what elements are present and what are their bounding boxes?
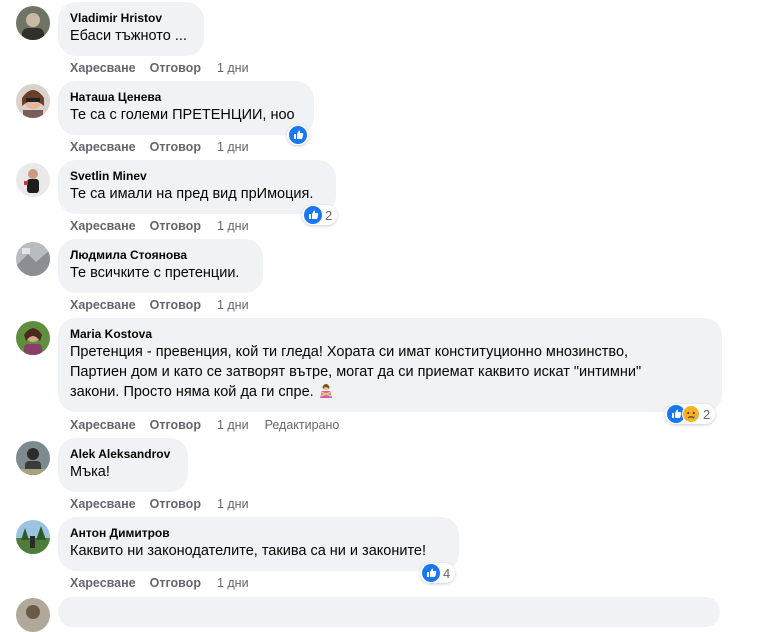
avatar[interactable] [16,242,50,276]
like-icon [422,564,440,582]
reply-button[interactable]: Отговор [150,60,201,76]
comment-text: Каквито ни законодателите, такива са ни … [70,543,427,559]
comment-actions: Харесване Отговор 1 дни [70,218,265,234]
comment-actions: Харесване Отговор 1 дни [70,297,265,313]
comment-bubble: Наташа Ценева Те са с големи ПРЕТЕНЦИИ, … [58,81,314,135]
avatar[interactable] [16,321,50,355]
comment-author[interactable]: Людмила Стоянова [70,247,251,263]
like-button[interactable]: Харесване [70,218,136,234]
reaction-summary[interactable]: 4 [420,563,456,583]
comment-text-span: закони. Просто няма кой да ги спре. [70,384,314,400]
reply-button[interactable]: Отговор [150,297,201,313]
like-button[interactable]: Харесване [70,496,136,512]
comment-bubble: Vladimir Hristov Ебаси тъжното ... [58,2,204,56]
comment-bubble: Svetlin Minev Те са имали на пред вид пр… [58,160,336,214]
avatar-photo [16,6,50,40]
comment-bubble: Людмила Стоянова Те всичките с претенции… [58,239,263,293]
comment-text-line: Партиен дом и като се затворят вътре, мо… [70,364,642,380]
woman-gesturing-no-icon [319,383,332,398]
like-button[interactable]: Харесване [70,139,136,155]
comment-actions: Харесване Отговор 1 дни [70,60,265,76]
comment-text-line: Претенция - превенция, кой ти гледа! Хор… [70,344,629,360]
comment-timestamp[interactable]: 1 дни [217,496,249,512]
like-button[interactable]: Харесване [70,297,136,313]
reaction-summary[interactable] [287,125,309,145]
edited-label[interactable]: Редактирано [265,417,340,433]
sad-icon [682,405,700,423]
comment-bubble [58,597,720,627]
comment-timestamp[interactable]: 1 дни [217,297,249,313]
comment-author[interactable]: Maria Kostova [70,326,710,342]
avatar[interactable] [16,441,50,475]
like-icon [304,206,322,224]
avatar-photo [16,242,50,276]
comment-text: Ебаси тъжното ... [70,28,187,44]
comment-author[interactable]: Svetlin Minev [70,168,324,184]
avatar[interactable] [16,6,50,40]
like-button[interactable]: Харесване [70,60,136,76]
reaction-count: 2 [703,406,711,422]
avatar[interactable] [16,520,50,554]
comment-timestamp[interactable]: 1 дни [217,218,249,234]
avatar[interactable] [16,84,50,118]
comment-bubble: Alek Aleksandrov Мъка! [58,438,188,492]
avatar-photo [16,598,50,632]
comment-timestamp[interactable]: 1 дни [217,60,249,76]
avatar-photo [16,163,50,197]
reaction-count: 4 [443,565,451,581]
avatar-photo [16,520,50,554]
comment-actions: Харесване Отговор 1 дни Редактирано [70,417,355,433]
comment-timestamp[interactable]: 1 дни [217,139,249,155]
reaction-count: 2 [325,207,333,223]
reply-button[interactable]: Отговор [150,417,201,433]
like-icon [289,126,307,144]
comment-author[interactable]: Наташа Ценева [70,89,302,105]
comment-actions: Харесване Отговор 1 дни [70,496,265,512]
like-button[interactable]: Харесване [70,575,136,591]
comment-bubble: Maria Kostova Претенция - превенция, кой… [58,318,722,412]
comment-text: Те са с големи ПРЕТЕНЦИИ, ноо [70,107,295,123]
comment-text: Мъка! [70,464,110,480]
comment-actions: Харесване Отговор 1 дни [70,575,265,591]
comment-actions: Харесване Отговор 1 дни [70,139,265,155]
avatar[interactable] [16,598,50,632]
comment-timestamp[interactable]: 1 дни [217,417,249,433]
comment-text-line: закони. Просто няма кой да ги спре. [70,382,710,402]
avatar-photo [16,441,50,475]
comment-text: Те всичките с претенции. [70,265,240,281]
comment-author[interactable]: Alek Aleksandrov [70,446,176,462]
reply-button[interactable]: Отговор [150,575,201,591]
avatar-photo [16,84,50,118]
comment-bubble: Антон Димитров Каквито ни законодателите… [58,517,459,571]
like-button[interactable]: Харесване [70,417,136,433]
comment-author[interactable]: Антон Димитров [70,525,447,541]
reply-button[interactable]: Отговор [150,218,201,234]
reply-button[interactable]: Отговор [150,139,201,155]
avatar[interactable] [16,163,50,197]
avatar-photo [16,321,50,355]
comment-timestamp[interactable]: 1 дни [217,575,249,591]
reaction-summary[interactable]: 2 [665,404,716,424]
reply-button[interactable]: Отговор [150,496,201,512]
comment-text: Те са имали на пред вид прИмоция. [70,186,314,202]
comment-author[interactable]: Vladimir Hristov [70,10,192,26]
reaction-summary[interactable]: 2 [302,205,338,225]
